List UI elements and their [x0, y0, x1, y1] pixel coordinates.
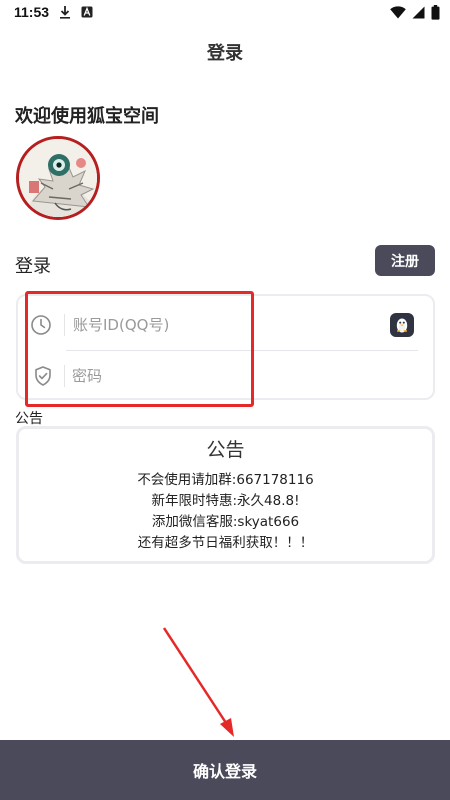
notice-card: 公告 不会使用请加群:667178116 新年限时特惠:永久48.8! 添加微信…	[16, 426, 435, 564]
login-form-card	[16, 294, 435, 400]
welcome-heading: 欢迎使用狐宝空间	[15, 106, 159, 127]
notice-line: 不会使用请加群:667178116	[137, 472, 314, 488]
notice-title: 公告	[206, 439, 245, 461]
app-bar: 登录	[0, 24, 450, 80]
field-divider	[64, 364, 65, 387]
notice-section-label: 公告	[15, 411, 43, 427]
field-divider	[64, 314, 65, 336]
account-field-row	[28, 300, 418, 350]
register-button[interactable]: 注册	[375, 245, 435, 276]
confirm-login-button[interactable]: 确认登录	[0, 740, 450, 800]
login-section-label: 登录	[15, 256, 51, 277]
notice-line: 还有超多节日福利获取！！！	[137, 535, 314, 551]
password-field-row	[35, 350, 418, 400]
qq-penguin-icon[interactable]	[390, 313, 414, 337]
avatar[interactable]	[16, 136, 100, 220]
notification-a-icon	[81, 6, 93, 18]
battery-icon	[431, 4, 440, 20]
password-input[interactable]	[72, 366, 332, 385]
notice-line: 添加微信客服:skyat666	[151, 514, 300, 530]
notice-body: 不会使用请加群:667178116 新年限时特惠:永久48.8! 添加微信客服:…	[19, 470, 432, 554]
clock-icon	[28, 312, 54, 338]
download-icon	[59, 5, 71, 19]
signal-icon	[412, 6, 425, 19]
account-input[interactable]	[73, 316, 333, 334]
shield-check-icon	[30, 363, 56, 389]
status-bar: 11:53	[0, 0, 450, 24]
notice-line: 新年限时特惠:永久48.8!	[151, 493, 300, 509]
wifi-icon	[390, 5, 406, 19]
status-time: 11:53	[14, 4, 50, 20]
page-title: 登录	[207, 43, 243, 64]
